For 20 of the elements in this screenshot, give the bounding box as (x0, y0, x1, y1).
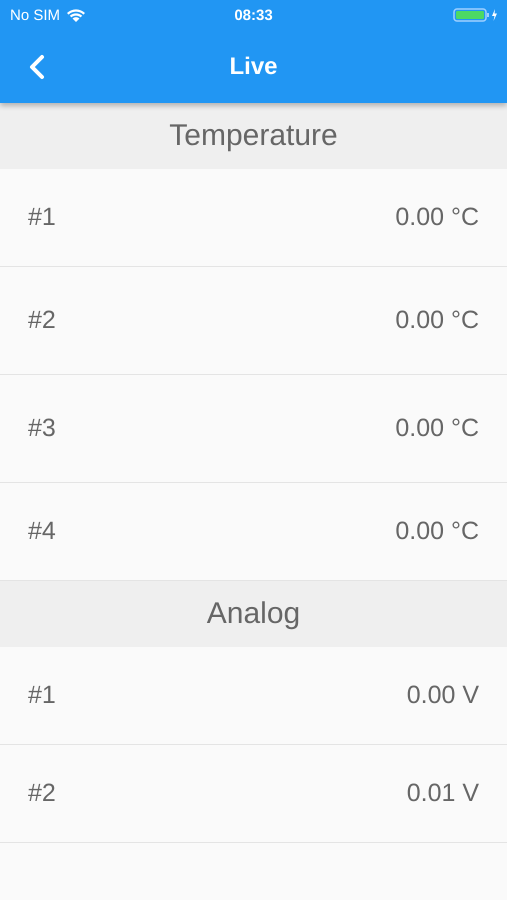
reading-value: 0.01 V (406, 779, 479, 808)
reading-value: 0.00 V (406, 681, 479, 710)
channel-label: #4 (28, 517, 56, 546)
section-title: Analog (206, 597, 300, 631)
channel-label: #2 (28, 306, 56, 335)
reading-value: 0.00 °C (395, 517, 479, 546)
channel-label: #2 (28, 779, 56, 808)
screen-title: Live (229, 52, 278, 80)
reading-value: 0.00 °C (395, 414, 479, 443)
section-title: Temperature (169, 119, 338, 153)
reading-value: 0.00 °C (395, 203, 479, 232)
battery-charging-icon (453, 7, 499, 23)
channel-label: #1 (28, 203, 56, 232)
clock-time: 08:33 (234, 6, 273, 24)
channel-label: #3 (28, 414, 56, 443)
reading-value: 0.00 °C (395, 306, 479, 335)
back-icon[interactable] (28, 54, 46, 80)
wifi-icon (66, 8, 86, 22)
carrier-text: No SIM (10, 6, 60, 24)
channel-label: #1 (28, 681, 56, 710)
